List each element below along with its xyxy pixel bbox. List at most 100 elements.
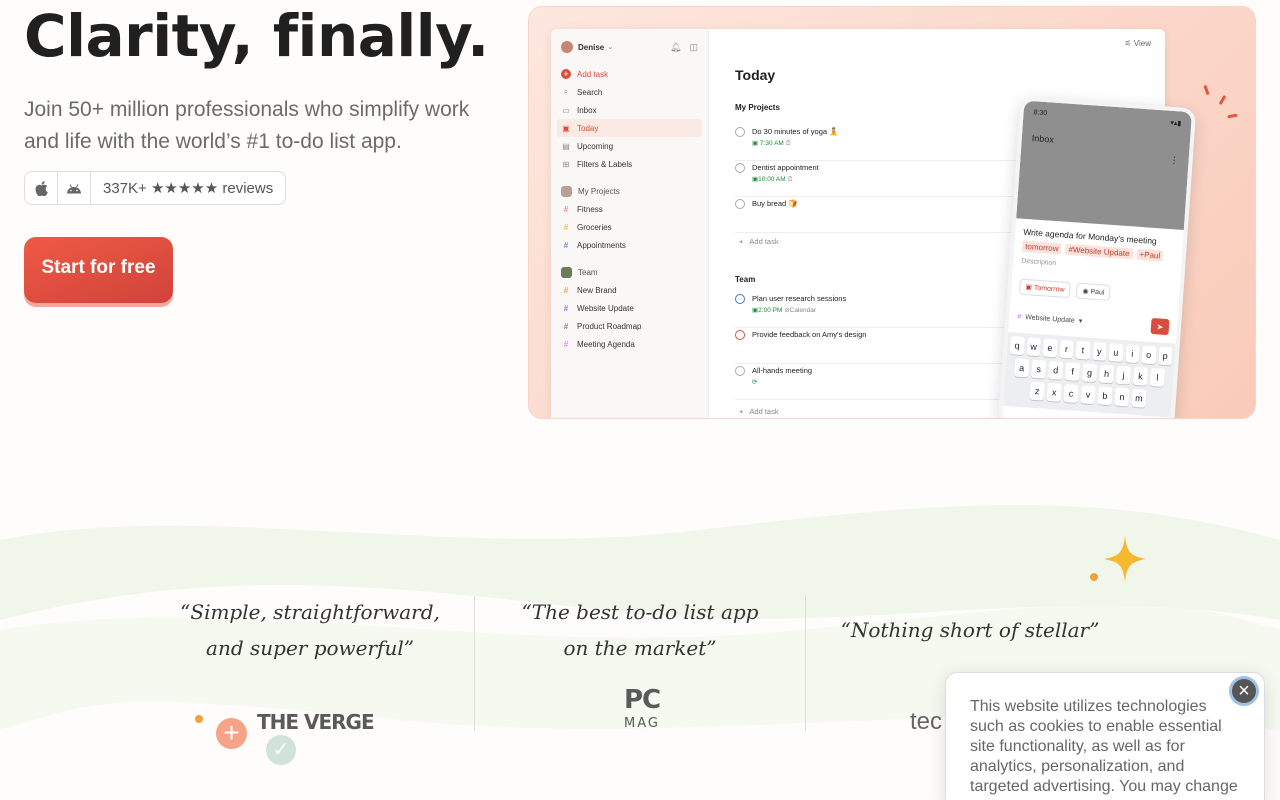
key[interactable]: r <box>1059 339 1074 359</box>
key[interactable]: n <box>1114 387 1130 407</box>
date-chip[interactable]: ▣ Tomorrow <box>1018 278 1072 299</box>
bell-icon[interactable]: 🔔︎ <box>670 42 681 53</box>
sidebar-item-groceries[interactable]: # Groceries <box>551 218 708 236</box>
apple-icon[interactable] <box>25 172 58 204</box>
key[interactable]: u <box>1108 343 1124 362</box>
key[interactable]: m <box>1131 388 1147 408</box>
key[interactable]: a <box>1014 358 1030 378</box>
sidebar-item-appointments[interactable]: # Appointments <box>551 236 708 254</box>
projects-icon <box>561 185 572 197</box>
sidebar-item-search[interactable]: ⌕ Search <box>551 83 708 101</box>
task-checkbox[interactable] <box>735 199 745 209</box>
team-header[interactable]: Team <box>551 263 708 281</box>
sidebar-toggle-icon[interactable]: ◫ <box>689 42 698 53</box>
key[interactable]: w <box>1026 337 1041 357</box>
repeat-icon: ⏰︎ <box>785 140 791 147</box>
hero-title: Clarity, finally. <box>24 2 489 70</box>
task-row[interactable]: Provide feedback on Amy's design <box>735 328 1025 364</box>
hash-icon: # <box>563 204 569 214</box>
assignee-chip[interactable]: ◉ Paul <box>1075 282 1112 301</box>
sidebar-item-meeting-agenda[interactable]: # Meeting Agenda <box>551 335 708 353</box>
user-name[interactable]: Denise <box>578 43 604 52</box>
reviews-count: 337K+ ★★★★★ reviews <box>103 180 274 197</box>
hash-icon: # <box>1017 313 1022 321</box>
task-row[interactable]: Do 30 minutes of yoga 🧘 ▣ 7:30 AM ⏰︎ <box>735 125 1025 161</box>
key[interactable]: t <box>1075 340 1091 360</box>
group-title: My Projects <box>735 103 780 112</box>
sidebar-item-inbox[interactable]: ▭ Inbox <box>551 101 708 119</box>
key[interactable]: i <box>1124 344 1140 364</box>
sidebar-item-upcoming[interactable]: ▤ Upcoming <box>551 137 708 155</box>
key[interactable]: y <box>1092 341 1107 361</box>
add-task-button[interactable]: + Add task <box>739 237 779 246</box>
plus-icon: + <box>216 718 247 749</box>
avatar: ◉ <box>1082 288 1089 296</box>
task-row[interactable]: Dentist appointment ▣10:00 AM ⏰︎ <box>735 161 1025 197</box>
phone-mockup: 8:30 ▾▴▮ Inbox ⋮ Write agenda for Monday… <box>997 96 1197 418</box>
phone-title: Inbox <box>1031 133 1055 145</box>
task-row[interactable]: All-hands meeting ⟳ <box>735 364 1025 400</box>
sidebar-item-fitness[interactable]: # Fitness <box>551 200 708 218</box>
more-icon[interactable]: ⋮ <box>1169 155 1179 167</box>
chevron-down-icon[interactable]: ⌄ <box>607 43 613 51</box>
key[interactable]: z <box>1029 381 1045 401</box>
key[interactable]: h <box>1098 364 1115 384</box>
page-title: Today <box>735 67 776 83</box>
calendar-icon: ▤ <box>562 141 570 151</box>
divider <box>805 596 806 731</box>
my-projects-header[interactable]: My Projects <box>551 182 708 200</box>
key[interactable]: x <box>1046 382 1062 402</box>
search-icon: ⌕ <box>563 87 569 96</box>
key[interactable]: p <box>1157 346 1173 366</box>
spark-icon <box>1218 94 1227 106</box>
key[interactable]: s <box>1031 359 1047 379</box>
plus-icon: + <box>561 69 571 79</box>
group-title: Team <box>735 275 756 284</box>
tag: #Website Update <box>1065 243 1133 260</box>
sidebar-item-website-update[interactable]: # Website Update <box>551 299 708 317</box>
the-verge-logo: THE VERGE <box>257 710 375 734</box>
key[interactable]: k <box>1132 366 1149 386</box>
avatar[interactable] <box>561 41 573 53</box>
sidebar-item-add-task[interactable]: + Add task <box>551 65 708 83</box>
hash-icon: # <box>563 321 569 331</box>
key[interactable]: d <box>1048 360 1064 380</box>
calendar-icon: ▣ <box>752 140 759 147</box>
key[interactable]: b <box>1097 386 1113 406</box>
sidebar-item-product-roadmap[interactable]: # Product Roadmap <box>551 317 708 335</box>
key[interactable]: l <box>1149 368 1166 387</box>
send-button[interactable]: ➤ <box>1150 317 1170 336</box>
task-checkbox[interactable] <box>735 127 745 137</box>
task-checkbox[interactable] <box>735 294 745 304</box>
key[interactable]: j <box>1115 365 1132 385</box>
task-checkbox[interactable] <box>735 163 745 173</box>
key[interactable]: f <box>1065 362 1081 382</box>
task-checkbox[interactable] <box>735 366 745 376</box>
close-icon[interactable]: × <box>1229 676 1259 706</box>
spark-icon <box>1203 84 1210 96</box>
task-row[interactable]: Plan user research sessions ▣2:00 PM ⊘Ca… <box>735 292 1025 328</box>
project-selector[interactable]: # Website Update ▾ ➤ <box>1017 309 1170 336</box>
key[interactable]: v <box>1080 385 1096 405</box>
start-for-free-button[interactable]: Start for free <box>24 237 173 303</box>
hash-icon: # <box>563 303 569 313</box>
task-checkbox[interactable] <box>735 330 745 340</box>
add-task-button[interactable]: + Add task <box>739 407 779 416</box>
sidebar-item-new-brand[interactable]: # New Brand <box>551 281 708 299</box>
task-row[interactable]: Buy bread 🍞 <box>735 197 1025 233</box>
hash-icon: # <box>563 222 569 232</box>
dot-decoration <box>1090 573 1098 581</box>
key[interactable]: q <box>1009 336 1025 356</box>
android-icon[interactable] <box>58 172 91 204</box>
key[interactable]: o <box>1141 345 1157 365</box>
key[interactable]: c <box>1063 384 1079 403</box>
sidebar-item-today[interactable]: ▣ Today <box>557 119 702 137</box>
hash-icon: # <box>563 285 569 295</box>
quick-add-sheet: Write agenda for Monday's meeting tomorr… <box>1008 218 1184 343</box>
key[interactable]: e <box>1042 338 1058 358</box>
sidebar-item-filters[interactable]: ⊞ Filters & Labels <box>551 155 708 173</box>
sliders-icon: ⚟ <box>1124 39 1132 48</box>
key[interactable]: g <box>1081 363 1098 383</box>
view-button[interactable]: ⚟ View <box>1124 39 1151 48</box>
app-showcase: Denise ⌄ 🔔︎ ◫ + Add task ⌕ Search ▭ Inbox ▣… <box>528 6 1256 419</box>
